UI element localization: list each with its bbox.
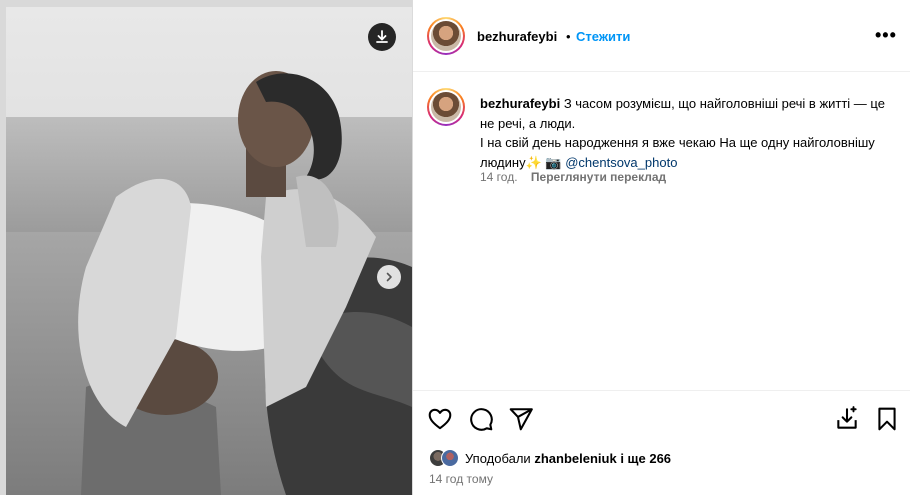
post-photo [6,7,412,495]
comment-icon [470,408,493,431]
liker-username[interactable]: zhanbeleniuk [534,451,616,466]
next-slide-button[interactable] [377,265,401,289]
caption-time: 14 год. [480,170,518,184]
caption-avatar[interactable] [427,88,465,126]
share-button[interactable] [508,406,534,432]
download-icon [376,30,388,43]
post-timestamp[interactable]: 14 год тому [429,472,493,486]
chevron-right-icon [386,272,392,282]
follow-button[interactable]: Стежити [576,29,630,44]
save-collection-icon [837,406,857,429]
caption-meta: 14 год. Переглянути переклад [480,170,666,184]
photographer-mention[interactable]: @chentsova_photo [565,155,677,170]
separator-dot: • [566,29,571,44]
post-media [0,0,413,495]
more-icon[interactable]: ••• [875,26,897,44]
likes-summary: Уподобали zhanbeleniuk і ще 266 [429,447,671,469]
likes-count[interactable]: і ще 266 [620,451,671,466]
translate-link[interactable]: Переглянути переклад [531,170,666,184]
likes-text: Уподобали zhanbeleniuk і ще 266 [465,451,671,466]
author-username[interactable]: bezhurafeybi [477,29,557,44]
post-details-panel: bezhurafeybi • Стежити ••• bezhurafeybi … [413,0,910,495]
photo-image [6,7,412,495]
share-icon [509,408,533,431]
caption-text: bezhurafeybi З часом розумієш, що найгол… [480,94,900,172]
caption-username[interactable]: bezhurafeybi [480,96,560,111]
bookmark-icon [878,407,896,431]
heart-icon [428,408,452,430]
caption-emoji: ✨ 📷 [525,154,562,170]
like-button[interactable] [427,406,453,432]
save-to-collection-button[interactable] [834,406,860,432]
download-button[interactable] [368,23,396,51]
bookmark-button[interactable] [874,406,900,432]
comment-button[interactable] [468,406,494,432]
author-avatar[interactable] [427,17,465,55]
likes-prefix: Уподобали [465,450,531,466]
action-bar: Уподобали zhanbeleniuk і ще 266 14 год т… [413,390,910,495]
caption-block: bezhurafeybi З часом розумієш, що найгол… [413,72,910,390]
liker-avatar[interactable] [441,449,459,467]
post-header: bezhurafeybi • Стежити ••• [413,0,910,72]
